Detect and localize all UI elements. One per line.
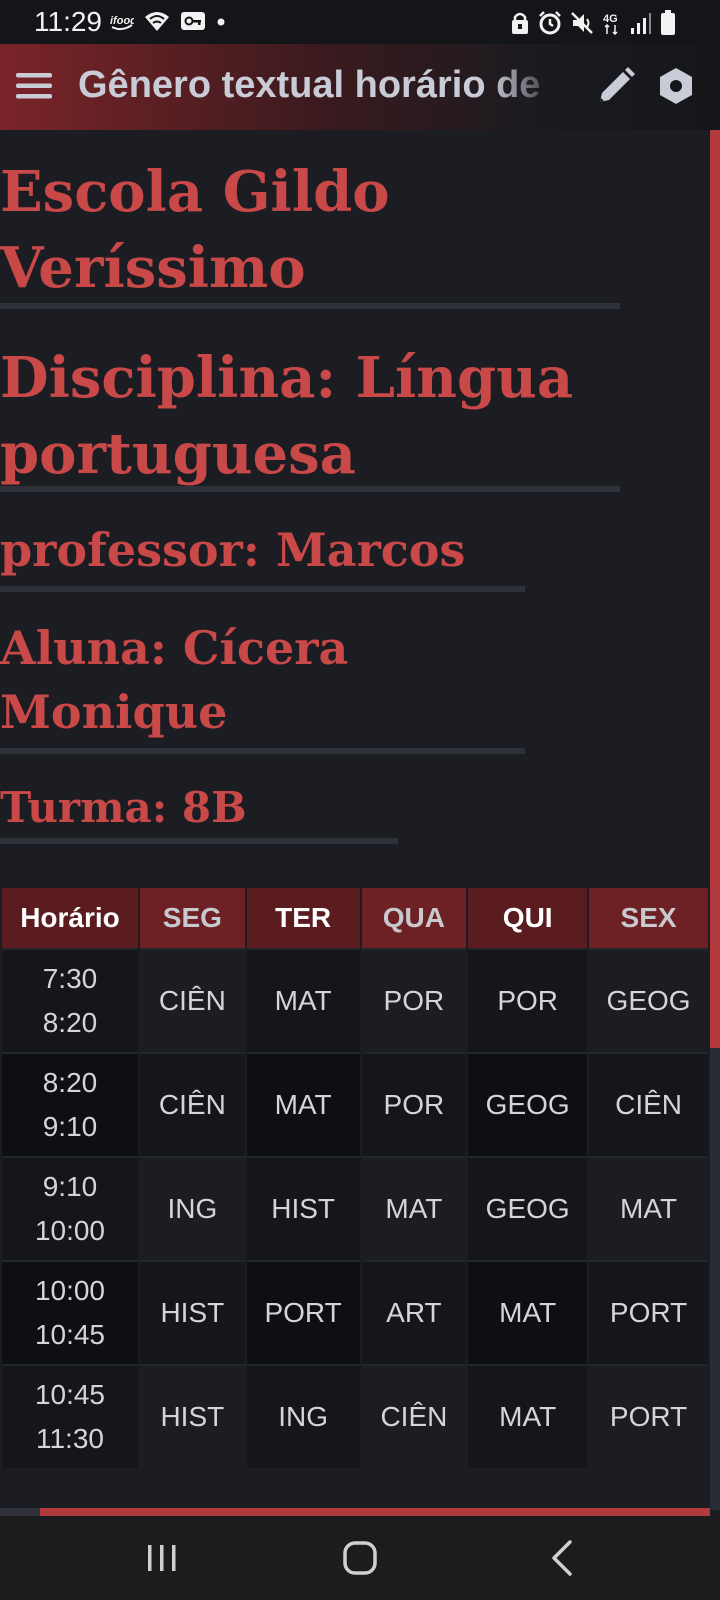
page-title: Gênero textual horário de [78,64,541,106]
scrollbar-thumb[interactable] [710,130,720,1048]
subject-heading: Disciplina: Língua portuguesa [0,340,620,492]
table-cell: PORT [589,1260,708,1364]
column-header-time: Horário [2,888,138,948]
table-row: 9:10 10:00 ING HIST MAT GEOG MAT [2,1156,708,1260]
vpn-key-icon [181,12,205,30]
horizontal-scrollbar-track[interactable] [0,1508,40,1516]
page-content: Escola Gildo Veríssimo Disciplina: Língu… [0,130,710,1510]
back-icon[interactable] [542,1536,586,1580]
system-nav-bar [0,1516,720,1600]
table-cell: CIÊN [589,1052,708,1156]
table-cell: PORT [589,1364,708,1468]
table-cell: POR [361,948,467,1052]
svg-text:4G: 4G [603,13,618,25]
status-left-icons: ifood [110,10,226,32]
lock-icon [512,12,528,34]
teacher-heading: professor: Marcos [0,518,560,582]
recent-apps-icon[interactable] [140,1536,184,1580]
class-text: Turma: 8B [0,783,247,832]
column-header-fri: SEX [589,888,708,948]
wifi-icon [145,12,169,31]
student-heading: Aluna: Cícera Monique [0,616,500,744]
end-time: 11:30 [35,1423,104,1454]
table-row: 10:00 10:45 HIST PORT ART MAT PORT [2,1260,708,1364]
table-cell: MAT [361,1156,467,1260]
table-cell: ART [361,1260,467,1364]
status-bar: 11:29 ifood [0,0,720,44]
status-right-icons: 4G [510,10,676,36]
column-header-tue: TER [246,888,360,948]
divider [0,748,525,754]
hexagon-settings-icon[interactable] [656,66,696,106]
divider [0,486,620,492]
table-cell: MAT [468,1364,588,1468]
start-time: 7:30 [42,963,98,994]
schedule-table: Horário SEG TER QUA QUI SEX 7:30 8:20 CIÊ… [0,888,710,1468]
4g-icon: 4G [603,13,618,35]
class-heading: Turma: 8B [0,778,400,838]
horizontal-scrollbar-thumb[interactable] [40,1508,710,1516]
pencil-edit-icon[interactable] [596,66,636,106]
table-cell: MAT [468,1260,588,1364]
end-time: 10:45 [34,1319,106,1350]
table-cell: CIÊN [361,1364,467,1468]
hamburger-menu-icon[interactable] [16,68,52,104]
table-cell: CIÊN [139,1052,245,1156]
table-cell: MAT [589,1156,708,1260]
time-cell: 8:20 9:10 [2,1052,138,1156]
table-header-row: Horário SEG TER QUA QUI SEX [2,888,708,948]
table-cell: HIST [246,1156,360,1260]
table-cell: ING [139,1156,245,1260]
column-header-wed: QUA [361,888,467,948]
table-row: 7:30 8:20 CIÊN MAT POR POR GEOG [2,948,708,1052]
school-name-text: Escola Gildo Veríssimo [0,159,390,301]
teacher-text: professor: Marcos [0,523,466,577]
battery-icon [661,10,675,35]
table-cell: GEOG [468,1052,588,1156]
ifood-notification-icon: ifood [110,15,134,31]
end-time: 8:20 [42,1007,98,1038]
table-cell: POR [468,948,588,1052]
student-text: Aluna: Cícera Monique [0,621,349,739]
start-time: 10:45 [34,1379,106,1410]
time-cell: 10:00 10:45 [2,1260,138,1364]
table-cell: POR [361,1052,467,1156]
divider [0,838,398,844]
table-cell: CIÊN [139,948,245,1052]
subject-text: Disciplina: Língua portuguesa [0,345,574,487]
time-cell: 9:10 10:00 [2,1156,138,1260]
table-cell: GEOG [468,1156,588,1260]
mute-icon [571,12,593,34]
table-cell: HIST [139,1364,245,1468]
home-icon[interactable] [338,1536,382,1580]
column-header-thu: QUI [468,888,588,948]
end-time: 10:00 [34,1215,106,1246]
table-row: 8:20 9:10 CIÊN MAT POR GEOG CIÊN [2,1052,708,1156]
table-cell: ING [246,1364,360,1468]
status-time: 11:29 [34,6,102,37]
table-cell: PORT [246,1260,360,1364]
column-header-mon: SEG [139,888,245,948]
start-time: 9:10 [42,1171,98,1202]
school-name-heading: Escola Gildo Veríssimo [0,154,600,306]
table-cell: GEOG [589,948,708,1052]
table-row: 10:45 11:30 HIST ING CIÊN MAT PORT [2,1364,708,1468]
table-cell: MAT [246,1052,360,1156]
alarm-icon [539,11,561,35]
table-cell: MAT [246,948,360,1052]
start-time: 10:00 [34,1275,106,1306]
start-time: 8:20 [42,1067,98,1098]
divider [0,303,620,309]
end-time: 9:10 [42,1111,98,1142]
time-cell: 7:30 8:20 [2,948,138,1052]
signal-icon [631,13,651,34]
time-cell: 10:45 11:30 [2,1364,138,1468]
divider [0,586,525,592]
app-bar: Gênero textual horário de [0,44,720,130]
table-cell: HIST [139,1260,245,1364]
dot-icon [217,18,225,26]
